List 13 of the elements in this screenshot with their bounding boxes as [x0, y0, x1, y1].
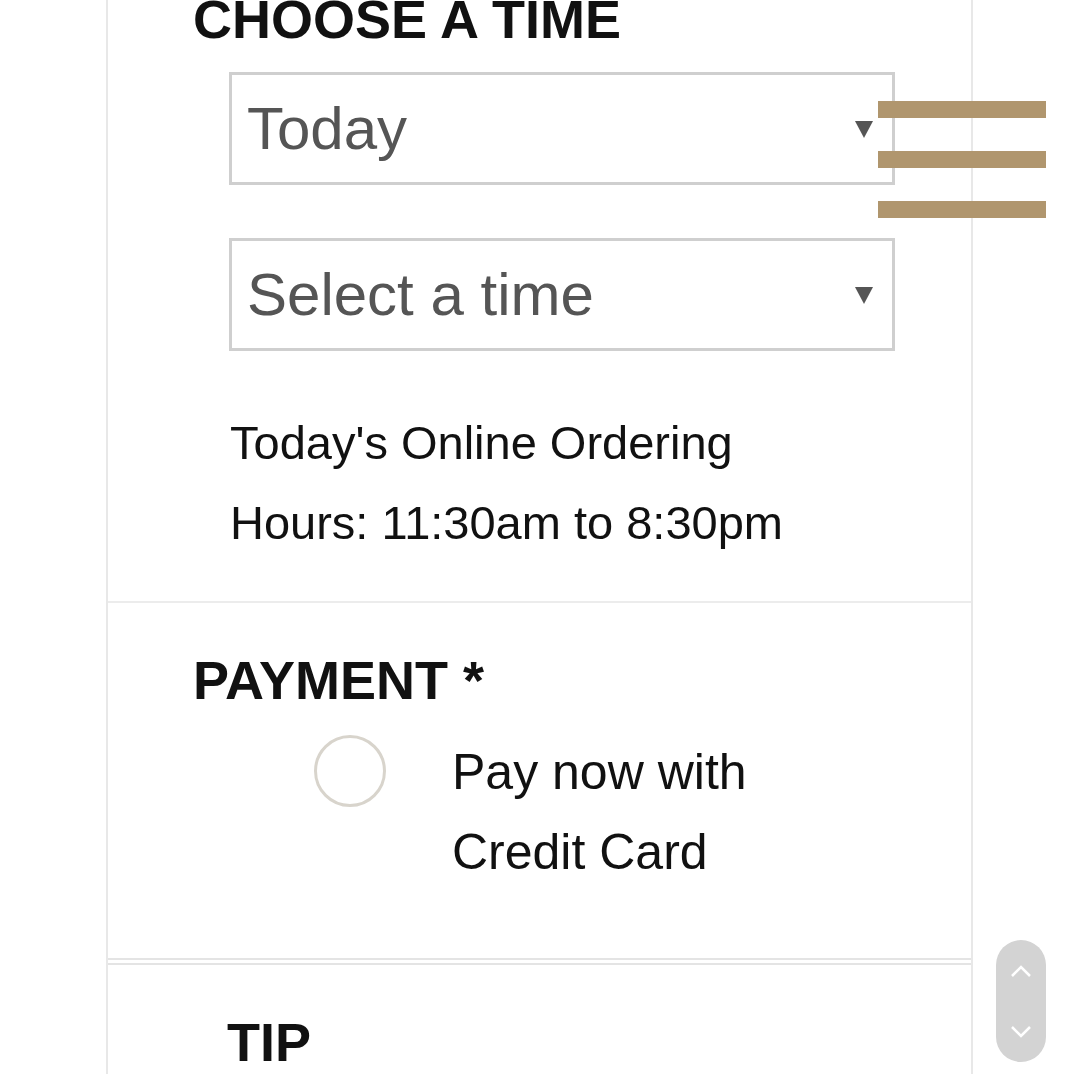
- section-heading: TIP: [227, 1017, 312, 1067]
- caret-icon: [854, 118, 874, 139]
- scroll-control[interactable]: [996, 940, 1046, 1062]
- hours-note: Today's Online Ordering Hours: 11:30am to 8:30pm: [230, 415, 784, 551]
- menu-icon[interactable]: [878, 101, 1046, 218]
- caret-icon: [854, 284, 874, 305]
- option-label: Pay now with Credit Card: [452, 743, 748, 882]
- dropdown-select[interactable]: Select a time: [229, 238, 895, 351]
- section-heading: CHOOSE A TIME: [193, 0, 623, 44]
- dropdown-select[interactable]: Today: [229, 72, 895, 185]
- chevron-down-icon[interactable]: [1010, 1024, 1032, 1039]
- chevron-up-icon[interactable]: [1010, 963, 1032, 978]
- section-heading: PAYMENT *: [193, 655, 486, 705]
